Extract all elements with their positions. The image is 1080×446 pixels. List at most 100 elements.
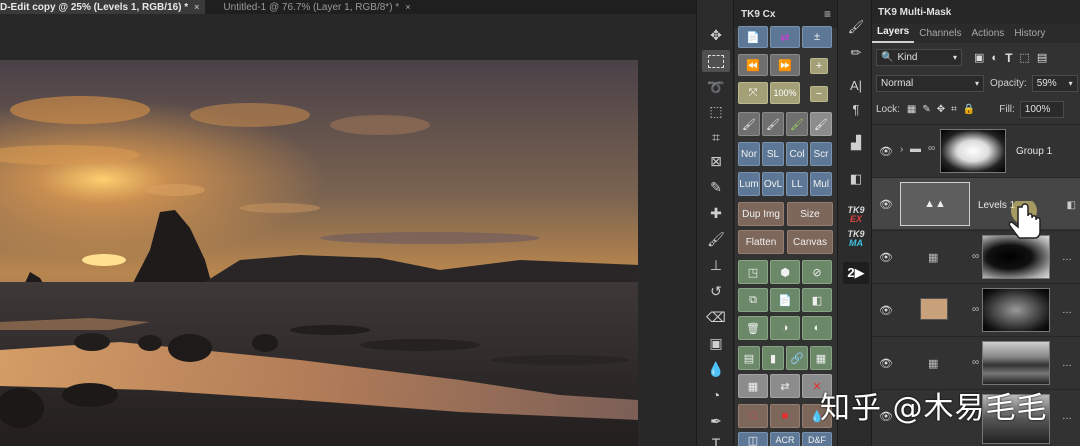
brush-gray-icon[interactable]: 🖌 [810, 112, 832, 136]
close-icon[interactable]: × [405, 2, 410, 12]
brush-white-icon[interactable]: 🖌 [762, 112, 784, 136]
layer-options-icon[interactable]: ◧ [1067, 200, 1076, 211]
filter-type-icon[interactable]: T [1005, 51, 1012, 65]
layer-new-icon[interactable]: ◳ [738, 260, 768, 284]
link-icon[interactable]: 🔗 [786, 346, 808, 370]
layer-link-icon[interactable]: ⊘ [802, 260, 832, 284]
layer-row-5[interactable]: 👁 ▦ ∞ … [872, 336, 1080, 388]
layer-merge-icon[interactable]: ◧ [802, 288, 832, 312]
filter-smart-icon[interactable]: ▤ [1037, 51, 1047, 64]
add-button[interactable]: + [810, 58, 828, 74]
move-icon[interactable]: ✥ [702, 24, 730, 46]
blend-normal-button[interactable]: Nor [738, 142, 760, 166]
more-icon[interactable]: … [1062, 411, 1072, 422]
blend-color-button[interactable]: Col [786, 142, 808, 166]
layer-invert-icon[interactable]: ◐ [802, 316, 832, 340]
color-fill-thumbnail[interactable] [920, 298, 948, 320]
brush-presets-icon[interactable]: ✏ [843, 42, 869, 64]
blend-mode-select[interactable]: Normal ▾ [876, 75, 984, 92]
lasso-icon[interactable]: ➰ [702, 76, 730, 98]
paragraph-icon[interactable]: ¶ [843, 98, 869, 120]
stamp-icon[interactable]: ⊥ [702, 254, 730, 276]
blend-linearlight-button[interactable]: LL [786, 172, 808, 196]
acr-button[interactable]: ACR [770, 432, 800, 446]
type-icon[interactable]: T [702, 432, 730, 446]
eye-icon[interactable]: 👁 [879, 251, 893, 264]
dodge-burn-button[interactable]: D&F [802, 432, 832, 446]
flatten-button[interactable]: Flatten [738, 230, 784, 254]
levels-icon[interactable]: ▲▲ [900, 182, 970, 226]
blur-icon[interactable]: 💧 [702, 358, 730, 380]
layer-mask-thumbnail[interactable] [982, 288, 1050, 332]
tab-layers[interactable]: Layers [872, 26, 915, 43]
tab-channels[interactable]: Channels [914, 28, 966, 43]
brush-icon[interactable]: 🖌 [702, 228, 730, 250]
tk9-ex-panel-icon[interactable]: TK9 EX [841, 206, 871, 224]
pen-icon[interactable]: ✒ [702, 410, 730, 432]
opacity-input[interactable]: 59% ▾ [1031, 75, 1078, 92]
tk9-z-panel-icon[interactable]: 2▶ [843, 262, 869, 284]
close-icon[interactable]: × [194, 2, 199, 12]
blend-screen-button[interactable]: Scr [810, 142, 832, 166]
forward-button[interactable]: ⏩ [770, 54, 800, 76]
quick-select-icon[interactable]: ⬚ [702, 100, 730, 122]
bottom-icon-1[interactable]: ◫ [738, 432, 768, 446]
eye-icon[interactable]: 👁 [879, 145, 893, 158]
kind-filter-select[interactable]: 🔍 Kind ▾ [876, 49, 962, 66]
history-brush-icon[interactable]: ↺ [702, 280, 730, 302]
layer-row-4[interactable]: 👁 ∞ … [872, 283, 1080, 335]
exchange-icon[interactable]: ⇄ [770, 374, 800, 398]
minus-button[interactable]: − [810, 86, 828, 102]
brush-black-icon[interactable]: 🖌 [738, 112, 760, 136]
brush-green-icon[interactable]: 🖌 [786, 112, 808, 136]
blend-overlay-button[interactable]: OvL [762, 172, 784, 196]
filter-adjustment-icon[interactable]: ◐ [991, 52, 998, 64]
layer-mask-thumbnail[interactable] [982, 341, 1050, 385]
rewind-button[interactable]: ⏪ [738, 54, 768, 76]
layer-paste-icon[interactable]: 📄 [770, 288, 800, 312]
canvas-area[interactable] [0, 14, 696, 446]
healing-icon[interactable]: ✚ [702, 202, 730, 224]
plus-minus-icon[interactable]: ± [802, 26, 832, 48]
eye-icon[interactable]: 👁 [879, 357, 893, 370]
size-button[interactable]: Size [787, 202, 833, 226]
tab-history[interactable]: History [1009, 28, 1050, 43]
glyphs-icon[interactable]: ▟ [843, 132, 869, 154]
document-image[interactable] [0, 60, 638, 446]
lock-artboard-icon[interactable]: ⌗ [951, 104, 957, 115]
layer-row-group[interactable]: 👁 › ▬ ∞ Group 1 [872, 124, 1080, 176]
layer-copy-icon[interactable]: ⧉ [738, 288, 768, 312]
document-tab-active[interactable]: D-Edit copy @ 25% (Levels 1, RGB/16) * × [0, 0, 206, 14]
red-square-icon[interactable]: ■ [770, 404, 800, 428]
swap-button[interactable]: ⇄ [770, 26, 800, 48]
blend-multiply-button[interactable]: Mul [810, 172, 832, 196]
character-icon[interactable]: A| [843, 74, 869, 96]
zoom-100-button[interactable]: 100% [770, 82, 800, 104]
chevron-right-icon[interactable]: › [900, 144, 903, 155]
trash-icon[interactable]: 🗑 [738, 316, 768, 340]
document-tab-inactive[interactable]: Untitled-1 @ 76.7% (Layer 1, RGB/8*) * × [205, 0, 416, 14]
more-icon[interactable]: … [1062, 305, 1072, 316]
brush-settings-icon[interactable]: 🖌 [843, 16, 869, 38]
script-icon[interactable]: ▤ [738, 346, 760, 370]
blend-luminosity-button[interactable]: Lum [738, 172, 760, 196]
panel-menu-icon[interactable]: ≡ [824, 7, 831, 21]
calculator-icon[interactable]: ▦ [738, 374, 768, 398]
layer-mask-icon[interactable]: ⬢ [770, 260, 800, 284]
frame-icon[interactable]: ⊠ [702, 150, 730, 172]
filter-shape-icon[interactable]: ⬚ [1019, 51, 1029, 64]
fill-input[interactable]: 100% [1019, 101, 1064, 118]
eye-icon[interactable]: 👁 [879, 198, 893, 211]
layer-hide-icon[interactable]: ◑ [770, 316, 800, 340]
lock-transparency-icon[interactable]: ▦ [907, 104, 916, 115]
fit-screen-button[interactable]: ⤧ [738, 82, 768, 104]
new-doc-button[interactable]: 📄 [738, 26, 768, 48]
crop-icon[interactable]: ⌗ [702, 126, 730, 148]
phone-icon[interactable]: ▮ [762, 346, 784, 370]
dup-img-button[interactable]: Dup Img [738, 202, 784, 226]
lock-all-icon[interactable]: 🔒 [963, 104, 975, 115]
gradient-icon[interactable]: ▣ [702, 332, 730, 354]
eraser-icon[interactable]: ⌫ [702, 306, 730, 328]
tk9-ma-panel-icon[interactable]: TK9 MA [841, 230, 871, 248]
eyedropper-icon[interactable]: ✎ [702, 176, 730, 198]
